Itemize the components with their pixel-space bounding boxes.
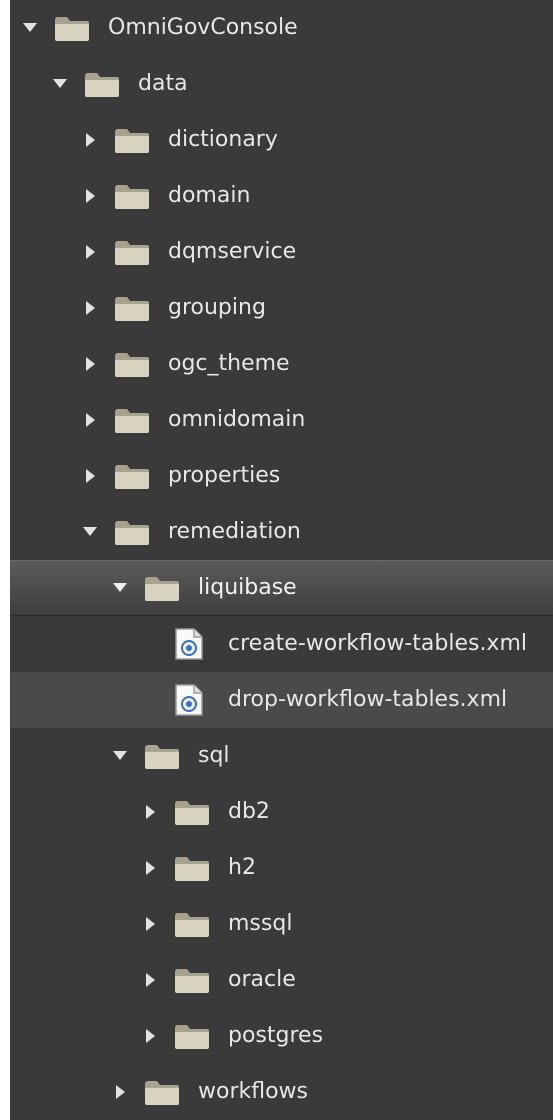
tree-node-domain[interactable]: domain [10, 168, 553, 224]
tree-node-label: sql [198, 743, 230, 768]
folder-icon [114, 293, 150, 323]
tree-node-label: db2 [228, 799, 270, 824]
chevron-right-icon[interactable] [80, 298, 100, 318]
tree-node-properties[interactable]: properties [10, 448, 553, 504]
xml-file-icon [174, 627, 204, 661]
tree-node-db2[interactable]: db2 [10, 784, 553, 840]
tree-node-label: liquibase [198, 575, 297, 600]
tree-node-label: OmniGovConsole [108, 15, 298, 40]
chevron-right-icon[interactable] [140, 970, 160, 990]
tree-node-label: create-workflow-tables.xml [228, 631, 527, 656]
chevron-right-icon[interactable] [80, 186, 100, 206]
tree-node-dictionary[interactable]: dictionary [10, 112, 553, 168]
chevron-down-icon[interactable] [80, 522, 100, 542]
folder-icon [144, 573, 180, 603]
folder-icon [174, 1021, 210, 1051]
chevron-down-icon[interactable] [50, 74, 70, 94]
chevron-right-icon[interactable] [80, 410, 100, 430]
tree-node-postgres[interactable]: postgres [10, 1008, 553, 1064]
folder-icon [114, 405, 150, 435]
tree-node-label: h2 [228, 855, 256, 880]
xml-file-icon [174, 683, 204, 717]
tree-node-sql[interactable]: sql [10, 728, 553, 784]
tree-node-label: ogc_theme [168, 351, 290, 376]
tree-node-h2[interactable]: h2 [10, 840, 553, 896]
tree-node-label: dictionary [168, 127, 278, 152]
folder-icon [174, 797, 210, 827]
folder-icon [174, 909, 210, 939]
tree-node-label: mssql [228, 911, 293, 936]
folder-icon [114, 461, 150, 491]
tree-node-mssql[interactable]: mssql [10, 896, 553, 952]
tree-node-data[interactable]: data [10, 56, 553, 112]
tree-node-oracle[interactable]: oracle [10, 952, 553, 1008]
folder-icon [174, 853, 210, 883]
folder-icon [114, 349, 150, 379]
tree-node-label: drop-workflow-tables.xml [228, 687, 508, 712]
chevron-right-icon[interactable] [80, 130, 100, 150]
chevron-right-icon[interactable] [110, 1082, 130, 1102]
folder-icon [144, 741, 180, 771]
tree-node-workflows[interactable]: workflows [10, 1064, 553, 1120]
folder-icon [144, 1077, 180, 1107]
project-explorer-panel: OmniGovConsole data dictionary domain dq… [10, 0, 553, 1120]
tree-node-liquibase[interactable]: liquibase [10, 560, 553, 616]
tree-node-remediation[interactable]: remediation [10, 504, 553, 560]
chevron-down-icon[interactable] [110, 746, 130, 766]
tree-node-omnidomain[interactable]: omnidomain [10, 392, 553, 448]
tree-node-omnigovconsole[interactable]: OmniGovConsole [10, 0, 553, 56]
tree-node-label: dqmservice [168, 239, 297, 264]
chevron-right-icon[interactable] [80, 242, 100, 262]
tree-node-label: oracle [228, 967, 296, 992]
tree-node-dqmservice[interactable]: dqmservice [10, 224, 553, 280]
folder-icon [114, 125, 150, 155]
folder-icon [84, 69, 120, 99]
folder-icon [54, 13, 90, 43]
folder-icon [114, 237, 150, 267]
chevron-right-icon[interactable] [140, 802, 160, 822]
tree-node-label: domain [168, 183, 251, 208]
tree-node-label: data [138, 71, 188, 96]
tree-node-create-workflow-tables[interactable]: create-workflow-tables.xml [10, 616, 553, 672]
tree-node-label: properties [168, 463, 281, 488]
tree-node-label: grouping [168, 295, 266, 320]
chevron-down-icon[interactable] [110, 578, 130, 598]
chevron-right-icon[interactable] [80, 354, 100, 374]
tree-node-label: remediation [168, 519, 301, 544]
chevron-right-icon[interactable] [140, 858, 160, 878]
tree-node-label: workflows [198, 1079, 309, 1104]
file-tree: OmniGovConsole data dictionary domain dq… [10, 0, 553, 1120]
tree-node-label: postgres [228, 1023, 324, 1048]
tree-node-label: omnidomain [168, 407, 306, 432]
chevron-right-icon[interactable] [140, 914, 160, 934]
folder-icon [114, 517, 150, 547]
chevron-down-icon[interactable] [20, 18, 40, 38]
tree-node-grouping[interactable]: grouping [10, 280, 553, 336]
chevron-right-icon[interactable] [80, 466, 100, 486]
tree-node-drop-workflow-tables[interactable]: drop-workflow-tables.xml [10, 672, 553, 728]
chevron-right-icon[interactable] [140, 1026, 160, 1046]
folder-icon [174, 965, 210, 995]
tree-node-ogc-theme[interactable]: ogc_theme [10, 336, 553, 392]
folder-icon [114, 181, 150, 211]
